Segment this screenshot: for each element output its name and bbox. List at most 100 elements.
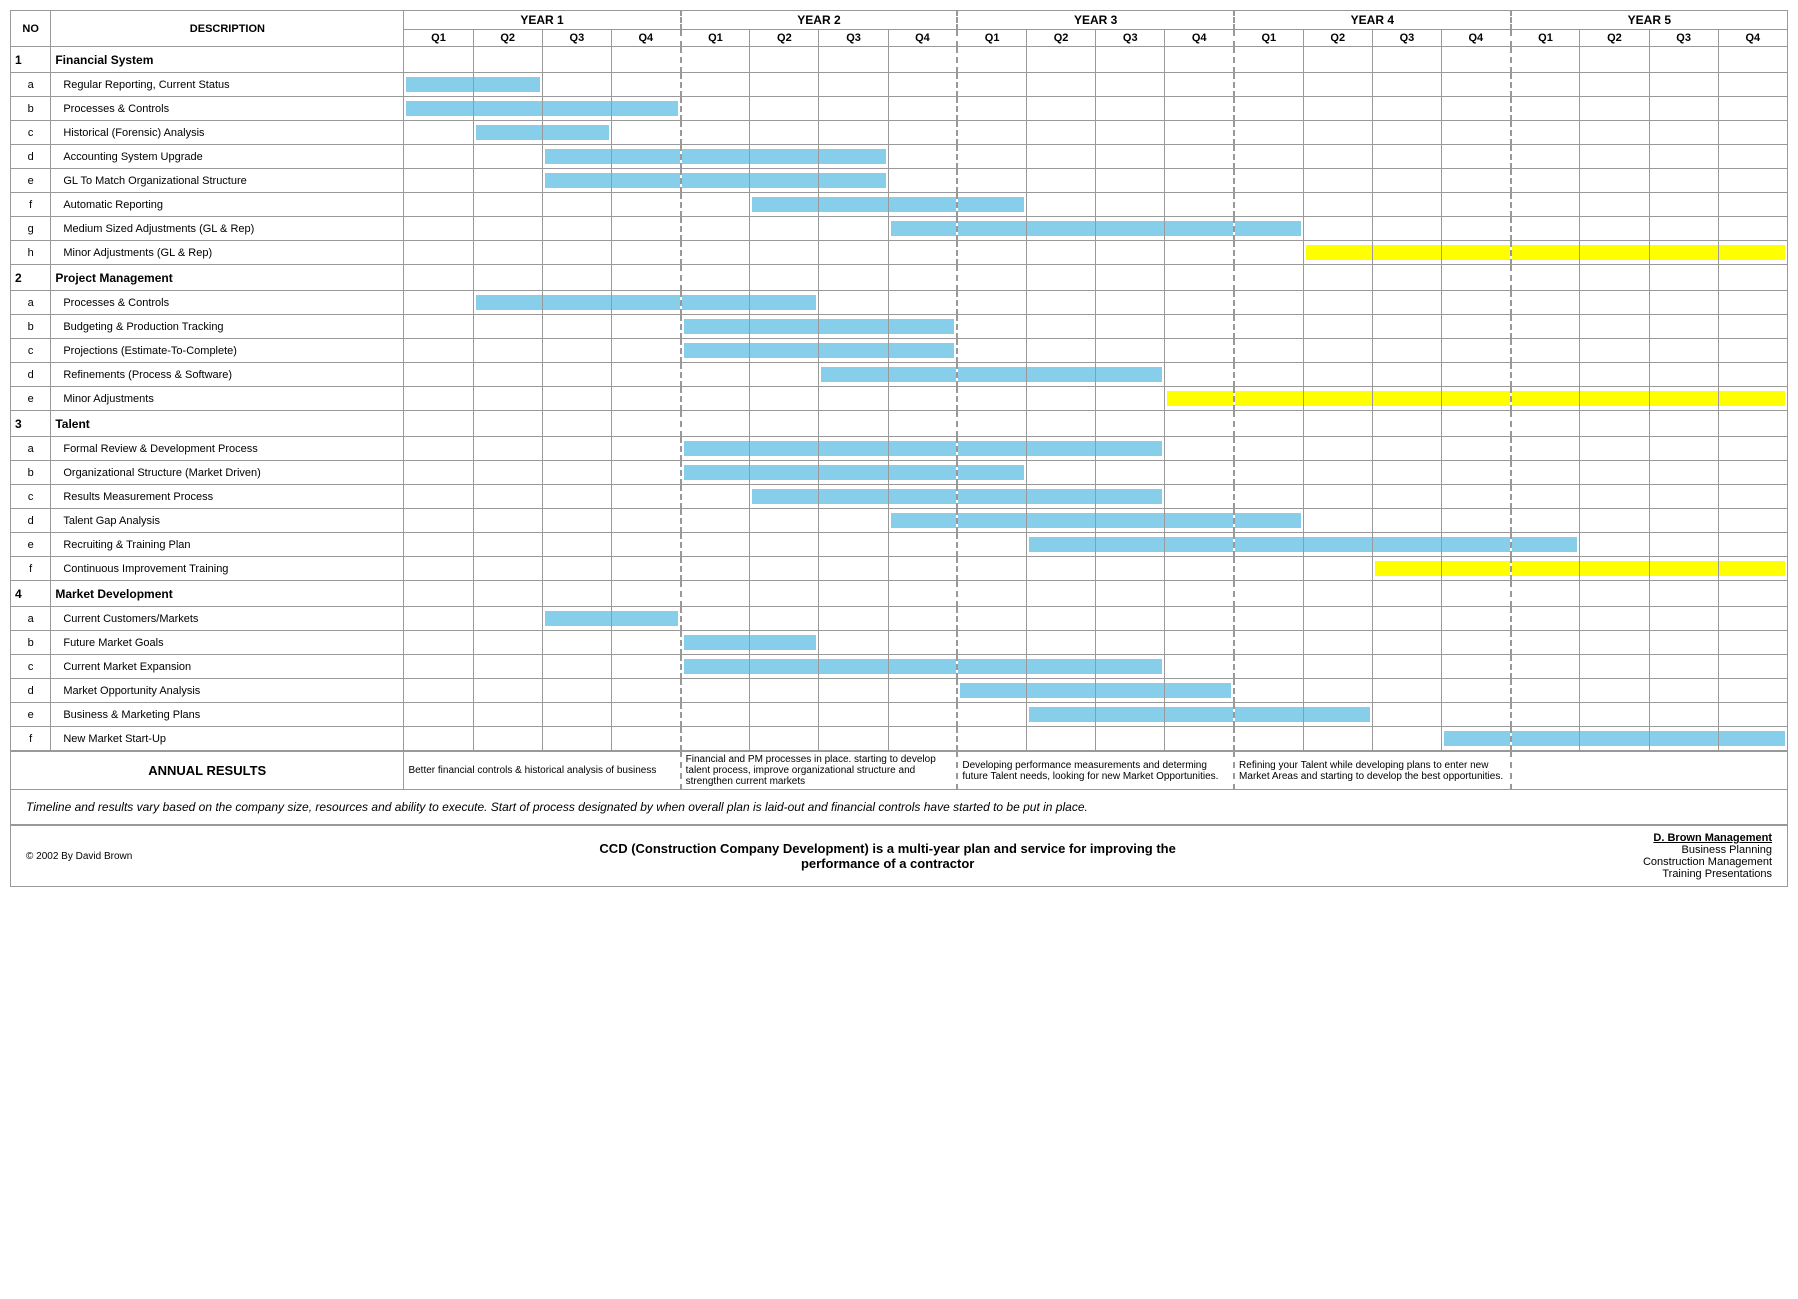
cell-q18-row-3-a	[1649, 437, 1718, 461]
cell-q13-row-4-a	[1303, 607, 1372, 631]
row-3-c: cResults Measurement Process	[11, 485, 1788, 509]
cell-q10-row-2-b	[1096, 315, 1165, 339]
row-id-1-g: g	[11, 217, 51, 241]
cell-q3-row-1-e	[611, 169, 680, 193]
cell-q15-row-2-c	[1442, 339, 1511, 363]
bar-segment	[750, 659, 818, 674]
cell-q14-row-3-a	[1372, 437, 1441, 461]
gantt-table: NO DESCRIPTION YEAR 1 YEAR 2 YEAR 3 YEAR…	[10, 10, 1788, 751]
bar-segment	[474, 101, 542, 116]
cell-q8-row-4-f	[957, 727, 1026, 751]
cell-q9-row-3-f	[1026, 557, 1095, 581]
cell-q7-row-4-e	[888, 703, 957, 727]
bar-segment	[1027, 659, 1095, 674]
cell-q9-row-1-d	[1026, 145, 1095, 169]
section-no-1: 1	[11, 47, 51, 73]
cell-q12-row-1-b	[1234, 97, 1303, 121]
cell-q17-row-2-a	[1580, 291, 1649, 315]
y2q2: Q2	[750, 30, 819, 47]
cell-q5-row-4-c	[750, 655, 819, 679]
cell-q6-row-4-e	[819, 703, 888, 727]
bar-segment	[889, 343, 955, 358]
cell-q5-row-3-e	[750, 533, 819, 557]
cell-q0-row-1-h	[404, 241, 473, 265]
cell-q5-row-1-h	[750, 241, 819, 265]
bar-segment	[750, 295, 816, 310]
cell-q13-row-1-d	[1303, 145, 1372, 169]
cell-q17-row-1-b	[1580, 97, 1649, 121]
row-3-b: bOrganizational Structure (Market Driven…	[11, 461, 1788, 485]
row-1-f: fAutomatic Reporting	[11, 193, 1788, 217]
cell-q19-row-1-e	[1718, 169, 1787, 193]
cell-q19-row-2-c	[1718, 339, 1787, 363]
y2q4: Q4	[888, 30, 957, 47]
row-id-1-a: a	[11, 73, 51, 97]
cell-q9-row-3-d	[1026, 509, 1095, 533]
cell-q11-row-1-c	[1165, 121, 1234, 145]
cell-q17-row-4-c	[1580, 655, 1649, 679]
cell-q14-row-2-c	[1372, 339, 1441, 363]
cell-q16-row-2-e	[1511, 387, 1580, 411]
cell-q0-row-2-c	[404, 339, 473, 363]
cell-q13-row-2-c	[1303, 339, 1372, 363]
cell-q18-row-1-h	[1649, 241, 1718, 265]
bar-segment	[406, 101, 472, 116]
bar-segment	[1096, 489, 1162, 504]
cell-q10-row-1-f	[1096, 193, 1165, 217]
y1q1: Q1	[404, 30, 473, 47]
bar-segment	[819, 465, 887, 480]
cell-q19-row-3-a	[1718, 437, 1787, 461]
year3-header: YEAR 3	[957, 11, 1234, 30]
cell-q11-row-1-g	[1165, 217, 1234, 241]
cell-q11-row-2-a	[1165, 291, 1234, 315]
cell-q17-row-2-d	[1580, 363, 1649, 387]
bar-segment	[1165, 683, 1231, 698]
cell-q6-row-3-c	[819, 485, 888, 509]
row-1-h: hMinor Adjustments (GL & Rep)	[11, 241, 1788, 265]
bar-segment	[1442, 561, 1510, 576]
cell-q9-row-2-e	[1026, 387, 1095, 411]
cell-q0-row-4-d	[404, 679, 473, 703]
cell-q1-row-1-e	[473, 169, 542, 193]
year1-header: YEAR 1	[404, 11, 681, 30]
cell-q14-row-4-f	[1372, 727, 1441, 751]
cell-q8-row-1-f	[957, 193, 1026, 217]
cell-q5-row-1-d	[750, 145, 819, 169]
cell-q0-row-3-f	[404, 557, 473, 581]
cell-q12-row-3-e	[1234, 533, 1303, 557]
cell-q10-row-3-a	[1096, 437, 1165, 461]
cell-q13-row-3-f	[1303, 557, 1372, 581]
cell-q5-row-3-b	[750, 461, 819, 485]
cell-q6-row-2-e	[819, 387, 888, 411]
cell-q15-row-4-e	[1442, 703, 1511, 727]
row-4-d: dMarket Opportunity Analysis	[11, 679, 1788, 703]
cell-q3-row-3-c	[611, 485, 680, 509]
cell-q16-row-2-c	[1511, 339, 1580, 363]
cell-q13-row-3-c	[1303, 485, 1372, 509]
cell-q17-row-1-d	[1580, 145, 1649, 169]
cell-q4-row-2-a	[681, 291, 750, 315]
row-4-b: bFuture Market Goals	[11, 631, 1788, 655]
cell-q1-row-4-f	[473, 727, 542, 751]
bar-segment	[1029, 537, 1095, 552]
cell-q16-row-4-a	[1511, 607, 1580, 631]
cell-q10-row-1-e	[1096, 169, 1165, 193]
cell-q12-row-3-f	[1234, 557, 1303, 581]
cell-q13-row-2-d	[1303, 363, 1372, 387]
bar-segment	[958, 441, 1026, 456]
cell-q3-row-1-d	[611, 145, 680, 169]
cell-q9-row-2-c	[1026, 339, 1095, 363]
cell-q12-row-1-d	[1234, 145, 1303, 169]
bar-segment	[750, 465, 818, 480]
cell-q3-row-2-b	[611, 315, 680, 339]
cell-q6-row-3-d	[819, 509, 888, 533]
cell-q6-row-3-b	[819, 461, 888, 485]
cell-q15-row-1-f	[1442, 193, 1511, 217]
bar-segment	[1304, 537, 1372, 552]
cell-q17-row-3-f	[1580, 557, 1649, 581]
cell-q16-row-4-c	[1511, 655, 1580, 679]
cell-q19-row-2-b	[1718, 315, 1787, 339]
cell-q7-row-2-b	[888, 315, 957, 339]
bar-segment	[819, 197, 887, 212]
cell-q9-row-1-f	[1026, 193, 1095, 217]
